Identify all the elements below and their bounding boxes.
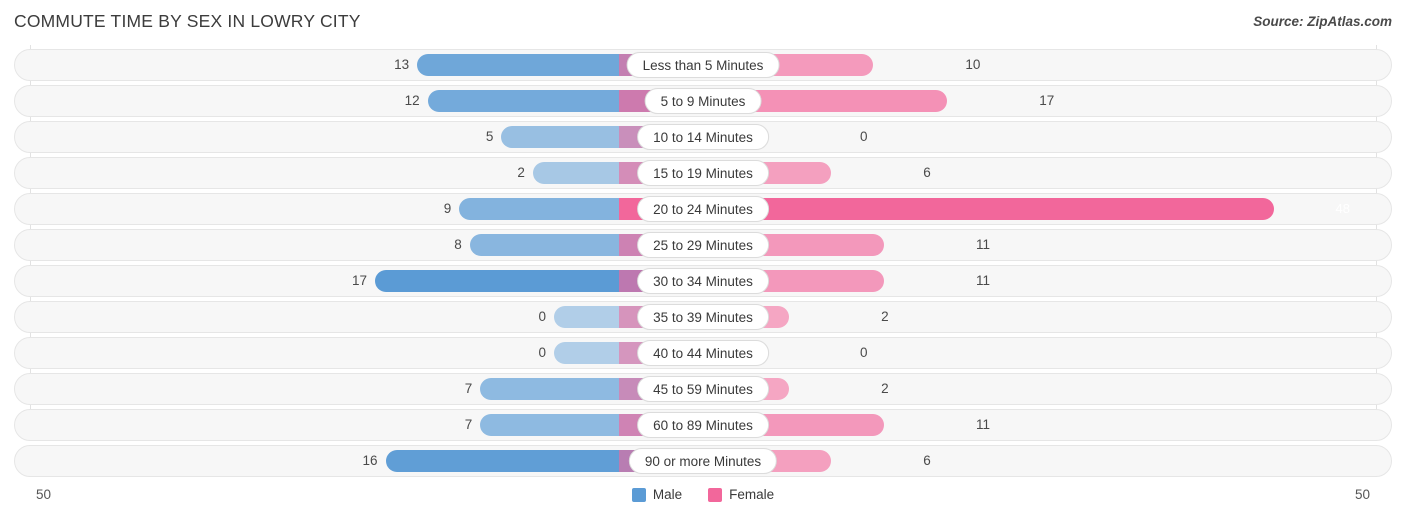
bar-row: 8 11 25 to 29 Minutes bbox=[0, 229, 1406, 261]
bar-value-female: 6 bbox=[923, 165, 931, 180]
legend-swatch-icon bbox=[631, 487, 646, 502]
bar-value-male: 7 bbox=[464, 417, 473, 432]
category-label: 25 to 29 Minutes bbox=[637, 232, 769, 258]
bar-value-female: 11 bbox=[975, 417, 990, 432]
bar-row: 2 6 15 to 19 Minutes bbox=[0, 157, 1406, 189]
category-label: 30 to 34 Minutes bbox=[637, 268, 769, 294]
bar-row: 13 10 Less than 5 Minutes bbox=[0, 49, 1406, 81]
bar-value-male: 7 bbox=[464, 381, 473, 396]
category-label: 90 or more Minutes bbox=[628, 448, 778, 474]
bar-value-female: 2 bbox=[881, 381, 889, 396]
page-title: COMMUTE TIME BY SEX IN LOWRY CITY bbox=[14, 11, 361, 31]
bar-row: 0 0 40 to 44 Minutes bbox=[0, 337, 1406, 369]
bar-row: 9 48 20 to 24 Minutes bbox=[0, 193, 1406, 225]
bar-value-female: 6 bbox=[923, 453, 931, 468]
bar-value-male: 0 bbox=[538, 345, 546, 360]
bar-row: 17 11 30 to 34 Minutes bbox=[0, 265, 1406, 297]
bar-row: 16 6 90 or more Minutes bbox=[0, 445, 1406, 477]
bar-value-female: 11 bbox=[975, 273, 990, 288]
source-attribution: Source: ZipAtlas.com bbox=[1253, 14, 1392, 29]
bar-value-male: 16 bbox=[362, 453, 378, 468]
bar-value-male: 9 bbox=[443, 201, 452, 216]
bar-rows-container: 13 10 Less than 5 Minutes 12 17 5 to 9 Minute… bbox=[0, 49, 1406, 481]
chart-header: COMMUTE TIME BY SEX IN LOWRY CITY Source… bbox=[0, 0, 1406, 45]
category-label: 35 to 39 Minutes bbox=[637, 304, 769, 330]
bar-row: 0 2 35 to 39 Minutes bbox=[0, 301, 1406, 333]
bar-row: 5 0 10 to 14 Minutes bbox=[0, 121, 1406, 153]
category-label: Less than 5 Minutes bbox=[626, 52, 780, 78]
bar-value-male: 8 bbox=[454, 237, 462, 252]
category-label: 40 to 44 Minutes bbox=[637, 340, 769, 366]
category-label: 20 to 24 Minutes bbox=[637, 196, 769, 222]
bar-value-male: 2 bbox=[517, 165, 525, 180]
bar-value-female: 0 bbox=[860, 345, 868, 360]
bar-value-female: 11 bbox=[975, 237, 990, 252]
legend-label: Female bbox=[729, 487, 775, 502]
category-label: 10 to 14 Minutes bbox=[637, 124, 769, 150]
bar-value-male: 0 bbox=[538, 309, 546, 324]
chart-legend: Male Female bbox=[0, 487, 1406, 502]
bar-value-female: 10 bbox=[965, 57, 981, 72]
category-label: 5 to 9 Minutes bbox=[644, 88, 762, 114]
category-label: 60 to 89 Minutes bbox=[637, 412, 769, 438]
bar-value-female: 2 bbox=[881, 309, 889, 324]
bar-value-female: 0 bbox=[860, 129, 868, 144]
legend-swatch-icon bbox=[708, 487, 723, 502]
bar-value-male: 12 bbox=[404, 93, 420, 108]
bar-value-male: 5 bbox=[485, 129, 494, 144]
chart-footer: 50 50 Male Female bbox=[0, 481, 1406, 523]
bar-value-female: 48 bbox=[1335, 201, 1350, 216]
bar-row: 12 17 5 to 9 Minutes bbox=[0, 85, 1406, 117]
bar-row: 7 2 45 to 59 Minutes bbox=[0, 373, 1406, 405]
category-label: 45 to 59 Minutes bbox=[637, 376, 769, 402]
legend-label: Male bbox=[652, 487, 683, 502]
category-label: 15 to 19 Minutes bbox=[637, 160, 769, 186]
bar-value-male: 13 bbox=[394, 57, 410, 72]
bar-value-male: 17 bbox=[351, 273, 367, 288]
legend-item[interactable]: Male bbox=[631, 487, 683, 502]
bar-row: 7 11 60 to 89 Minutes bbox=[0, 409, 1406, 441]
chart-plot-area: 13 10 Less than 5 Minutes 12 17 5 to 9 Minute… bbox=[0, 45, 1406, 481]
legend-item[interactable]: Female bbox=[708, 487, 774, 502]
bar-value-female: 17 bbox=[1039, 93, 1055, 108]
